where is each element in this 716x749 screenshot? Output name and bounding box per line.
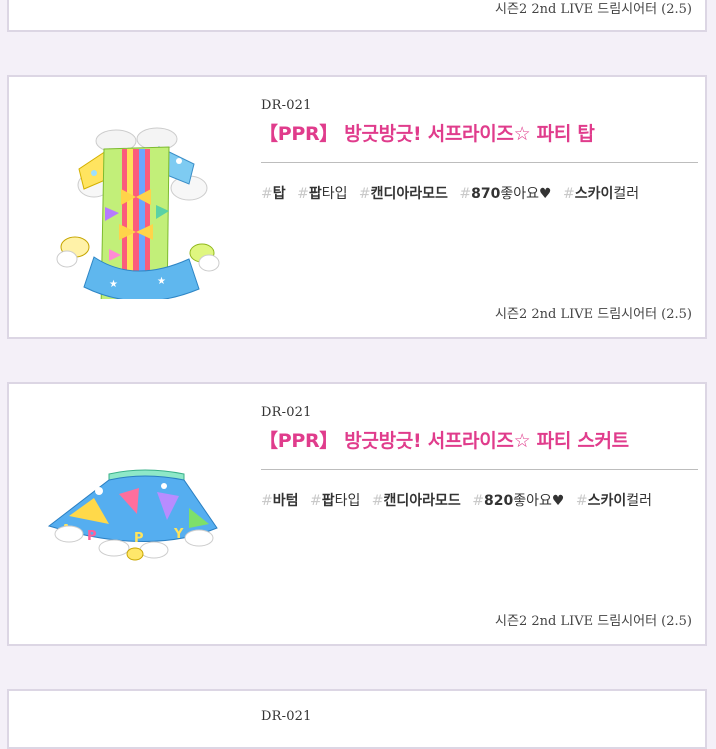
tag-likes[interactable]: #870좋아요♥ [459, 186, 551, 202]
tag-category[interactable]: #바텀 [261, 493, 299, 509]
item-code: DR-021 [261, 709, 312, 724]
tag-type[interactable]: #팝타입 [310, 493, 360, 509]
party-skirt-outfit-image: A P P Y [39, 416, 229, 606]
item-card[interactable]: ★ ★ DR-021 【PPR】 방긋방긋! 서프라이즈☆ 파티 탑 #탑 #팝… [7, 75, 707, 339]
tag-color[interactable]: #스카이컬러 [576, 493, 652, 509]
svg-text:P: P [134, 531, 144, 546]
tag-category[interactable]: #탑 [261, 186, 286, 202]
item-card-partial-bottom[interactable]: DR-021 [7, 689, 707, 749]
item-code: DR-021 [261, 98, 312, 113]
tag-type[interactable]: #팝타입 [297, 186, 347, 202]
party-top-outfit-image: ★ ★ [39, 109, 229, 299]
tag-brand[interactable]: #캔디아라모드 [372, 493, 461, 509]
tag-brand[interactable]: #캔디아라모드 [359, 186, 448, 202]
svg-text:P: P [87, 529, 97, 544]
tag-list: #탑 #팝타입 #캔디아라모드 #870좋아요♥ #스카이컬러 [261, 183, 646, 203]
tag-likes[interactable]: #820좋아요♥ [472, 493, 564, 509]
svg-text:Y: Y [173, 527, 184, 542]
divider [261, 469, 698, 470]
item-source: 시즌2 2nd LIVE 드림시어터 (2.5) [495, 614, 692, 629]
item-title[interactable]: 【PPR】 방긋방긋! 서프라이즈☆ 파티 스커트 [259, 426, 629, 453]
item-code: DR-021 [261, 405, 312, 420]
tag-color[interactable]: #스카이컬러 [563, 186, 639, 202]
svg-text:★: ★ [157, 276, 166, 287]
item-card[interactable]: A P P Y DR-021 【PPR】 방긋방긋! 서프라이즈☆ 파티 스커트… [7, 382, 707, 646]
divider [261, 162, 698, 163]
item-source: 시즌2 2nd LIVE 드림시어터 (2.5) [495, 307, 692, 322]
item-card-partial-top[interactable]: 시즌2 2nd LIVE 드림시어터 (2.5) [7, 0, 707, 32]
svg-text:★: ★ [109, 279, 118, 290]
item-title[interactable]: 【PPR】 방긋방긋! 서프라이즈☆ 파티 탑 [259, 119, 595, 146]
item-source: 시즌2 2nd LIVE 드림시어터 (2.5) [495, 2, 692, 17]
tag-list: #바텀 #팝타입 #캔디아라모드 #820좋아요♥ #스카이컬러 [261, 490, 659, 510]
